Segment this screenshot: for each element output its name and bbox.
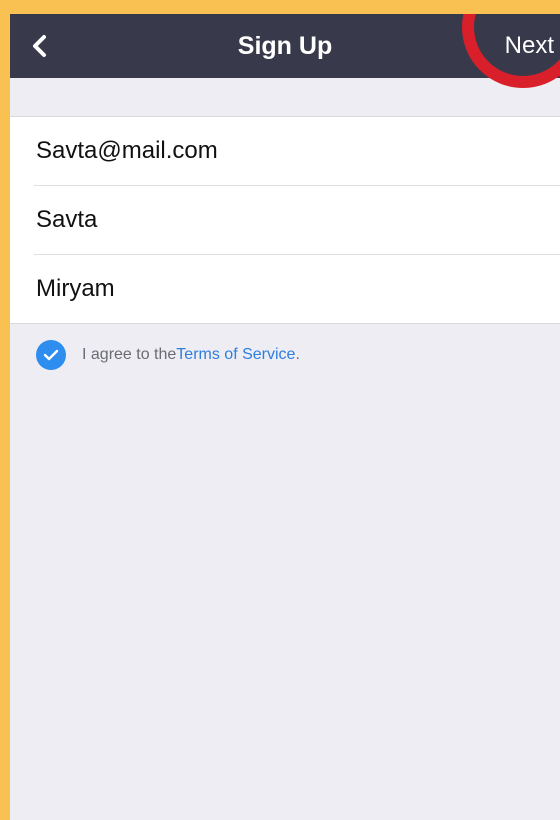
agree-label: I agree to the	[82, 346, 177, 363]
terms-of-service-link[interactable]: Terms of Service	[176, 346, 295, 364]
first-name-field[interactable]	[36, 186, 536, 254]
sign-up-form	[10, 116, 560, 324]
first-name-field-row	[34, 186, 560, 255]
sign-up-screen: Sign Up Next I agree to the Terms of Ser…	[10, 14, 560, 820]
email-field[interactable]	[36, 117, 536, 185]
terms-agreement-row: I agree to the Terms of Service.	[36, 340, 300, 370]
agree-label-period: .	[295, 346, 300, 363]
page-title: Sign Up	[237, 32, 333, 60]
last-name-field-row	[34, 255, 560, 323]
last-name-field[interactable]	[36, 255, 536, 323]
email-field-row	[34, 117, 560, 186]
navigation-bar: Sign Up Next	[10, 14, 560, 78]
checkmark-icon	[43, 349, 59, 361]
screenshot-frame: Sign Up Next I agree to the Terms of Ser…	[0, 0, 560, 820]
back-button[interactable]	[20, 26, 60, 66]
agree-checkbox[interactable]	[36, 340, 66, 370]
next-button[interactable]: Next	[505, 14, 554, 78]
chevron-left-icon	[33, 35, 46, 57]
